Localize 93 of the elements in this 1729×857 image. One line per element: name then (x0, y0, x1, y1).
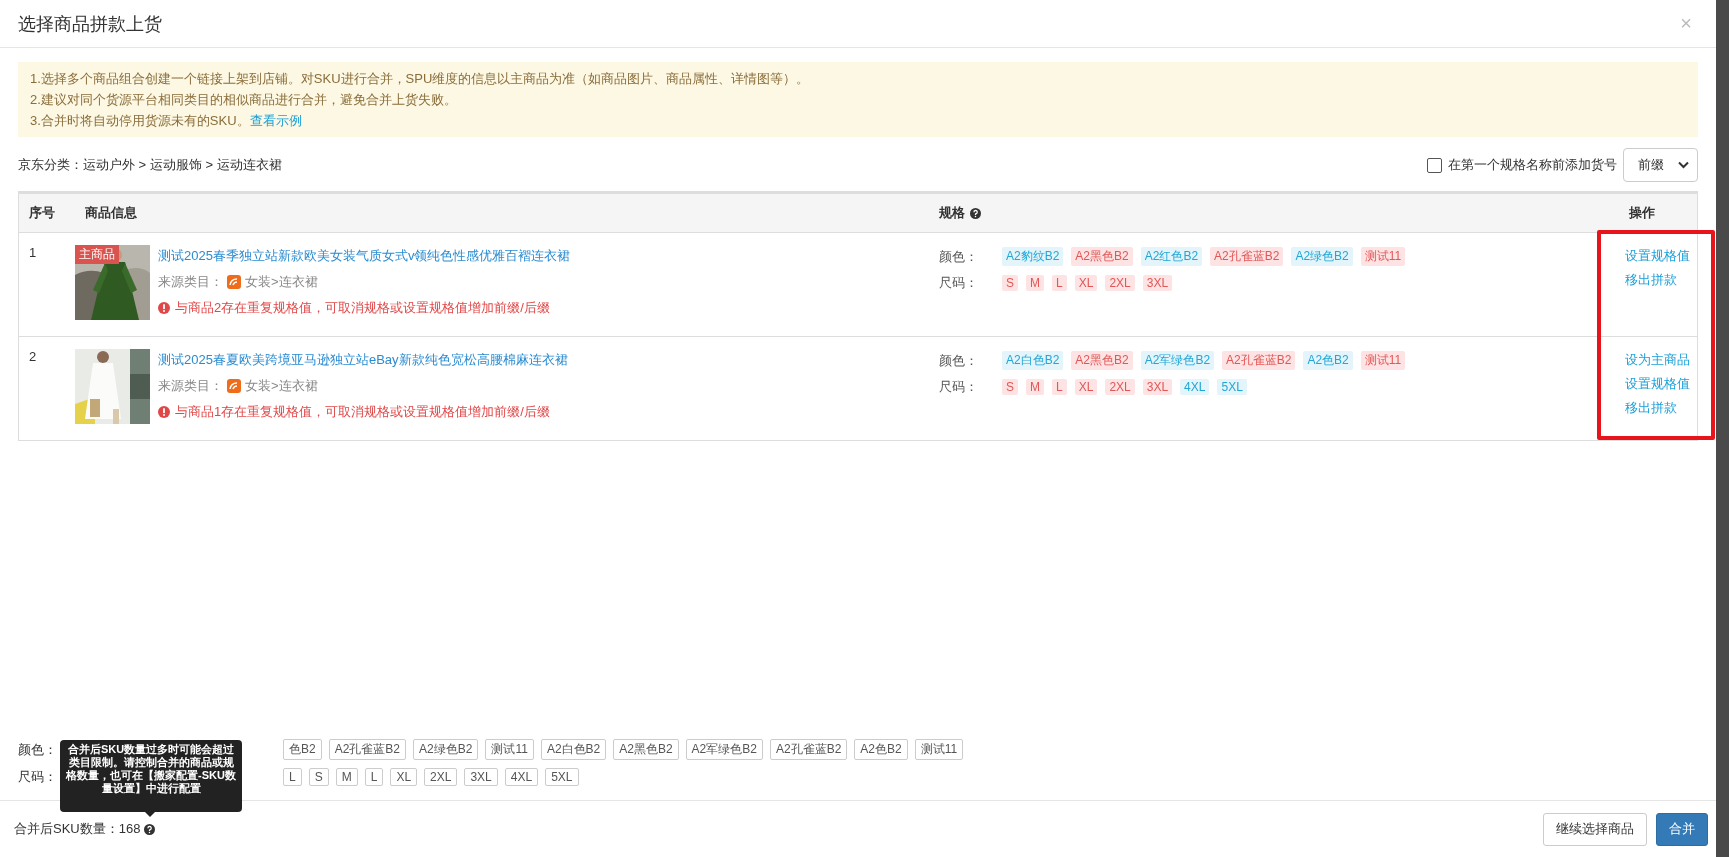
spec-tag: 4XL (1180, 379, 1210, 395)
spec-tag: A2黑色B2 (1071, 351, 1133, 370)
spec-tag: XL (1074, 275, 1098, 291)
source-label: 来源类目： (158, 273, 223, 291)
spec-tag: S (1002, 379, 1018, 395)
prefix-select[interactable]: 前缀 (1623, 148, 1698, 182)
example-link[interactable]: 查看示例 (249, 113, 302, 128)
spec-tag: M (1026, 275, 1044, 291)
spec-tag: A2豹纹B2 (1002, 247, 1064, 266)
spec-tag: A2军绿色B2 (1140, 351, 1215, 370)
tooltip-arrow (145, 812, 155, 817)
spec-tag: 5XL (545, 768, 579, 786)
spec-tag: A2黑色B2 (1071, 247, 1133, 266)
spec-tag: A2色B2 (854, 739, 908, 760)
help-icon (970, 207, 981, 219)
checkbox-label: 在第一个规格名称前添加货号 (1448, 156, 1617, 174)
main-product-badge: 主商品 (75, 245, 119, 264)
spec-tag: A2色B2 (1303, 351, 1353, 370)
spec-tag: 2XL (424, 768, 458, 786)
spec-tag: A2孔雀蓝B2 (1222, 351, 1296, 370)
spec-tag: 3XL (464, 768, 498, 786)
action-link[interactable]: 移出拼款 (1625, 399, 1677, 417)
column-header: 操作 (1629, 204, 1655, 222)
tooltip: 合并后SKU数量过多时可能会超过类目限制。请控制合并的商品或规格数量，也可在【搬家配置-SKU数量设置】中进行配置 (60, 740, 242, 812)
spec-tag: A2孔雀蓝B2 (1210, 247, 1284, 266)
help-icon (144, 823, 156, 835)
notice-text: 3.合并时将自动停用货源未有的SKU。 (30, 113, 250, 128)
merge-button[interactable]: 合并 (1656, 812, 1708, 846)
spec-tag: A2孔雀蓝B2 (769, 739, 848, 760)
spec-tag: A2红色B2 (1140, 247, 1203, 266)
continue-button[interactable]: 继续选择商品 (1543, 812, 1647, 846)
spec-tag: M (335, 768, 358, 786)
spec-tag: 2XL (1105, 379, 1135, 395)
spec-name: 颜色： (939, 247, 979, 266)
spec-tag: S (308, 768, 329, 786)
category-path: 京东分类：运动户外 > 运动服饰 > 运动连衣裙 (18, 156, 282, 174)
source-category: 女装>连衣裙 (245, 273, 318, 291)
sku-count: 合并后SKU数量：168 (14, 820, 141, 838)
action-link[interactable]: 设置规格值 (1625, 247, 1690, 265)
row-number: 2 (28, 349, 38, 366)
chevron-down-icon (1678, 161, 1689, 169)
checkbox[interactable] (1427, 157, 1442, 173)
spec-tag: 5XL (1217, 379, 1247, 395)
spec-tag: A2白色B2 (1002, 351, 1064, 370)
column-header: 序号 (29, 204, 55, 222)
spec-tag: 测试11 (485, 739, 534, 760)
spec-tag: XL (1074, 379, 1098, 395)
spec-name: 颜色： (939, 351, 979, 370)
spec-name: 尺码： (939, 378, 979, 396)
spec-tag: 3XL (1142, 275, 1173, 291)
spec-tag: L (364, 768, 384, 786)
row-number: 1 (28, 245, 38, 262)
spec-tag: 测试11 (1360, 351, 1406, 370)
column-header: 规格 (939, 204, 965, 222)
spec-tag: 色B2 (283, 739, 322, 760)
column-header: 商品信息 (85, 204, 137, 222)
warning-text: 与商品2存在重复规格值，可取消规格或设置规格值增加前缀/后缀 (175, 299, 550, 317)
notice-text: 2.建议对同个货源平台相同类目的相似商品进行合并，避免合并上货失败。 (30, 91, 457, 109)
spec-tag: A2孔雀蓝B2 (328, 739, 407, 760)
action-link[interactable]: 设置规格值 (1625, 375, 1690, 393)
dialog-title: 选择商品拼款上货 (18, 12, 162, 36)
action-link[interactable]: 移出拼款 (1625, 271, 1677, 289)
spec-name: 尺码： (18, 768, 57, 786)
spec-tag: XL (390, 768, 418, 786)
warning-icon (158, 302, 170, 314)
spec-tag: A2绿色B2 (1291, 247, 1353, 266)
spec-tag: M (1026, 379, 1044, 395)
product-title-link[interactable]: 测试2025春夏欧美跨境亚马逊独立站eBay新款纯色宽松高腰棉麻连衣裙 (158, 351, 568, 369)
spec-tag: A2白色B2 (540, 739, 607, 760)
spec-tag: A2黑色B2 (613, 739, 679, 760)
spec-tag: L (1052, 275, 1067, 291)
spec-name: 尺码： (939, 274, 979, 292)
store-icon (227, 275, 241, 289)
spec-tag: 测试11 (1360, 247, 1406, 266)
spec-tag: 4XL (504, 768, 539, 786)
product-title-link[interactable]: 测试2025春季独立站新款欧美女装气质女式v领纯色性感优雅百褶连衣裙 (158, 247, 571, 265)
close-button[interactable]: × (1674, 12, 1698, 35)
store-icon (227, 379, 241, 393)
warning-text: 与商品1存在重复规格值，可取消规格或设置规格值增加前缀/后缀 (175, 403, 550, 421)
spec-tag: L (1052, 379, 1067, 395)
action-link[interactable]: 设为主商品 (1625, 351, 1690, 369)
spec-tag: L (283, 768, 302, 786)
spec-name: 颜色： (18, 740, 57, 759)
warning-icon (158, 406, 170, 418)
spec-tag: 测试11 (914, 739, 964, 760)
source-label: 来源类目： (158, 377, 223, 395)
spec-tag: 2XL (1105, 275, 1135, 291)
spec-tag: 3XL (1142, 379, 1173, 395)
source-category: 女装>连衣裙 (245, 377, 318, 395)
notice-text: 1.选择多个商品组合创建一个链接上架到店铺。对SKU进行合并，SPU维度的信息以主商品为准（如商品图片、商品属性、详情图等）。 (30, 70, 810, 88)
spec-tag: S (1002, 275, 1018, 291)
spec-tag: A2绿色B2 (413, 739, 479, 760)
spec-tag: A2军绿色B2 (685, 739, 763, 760)
